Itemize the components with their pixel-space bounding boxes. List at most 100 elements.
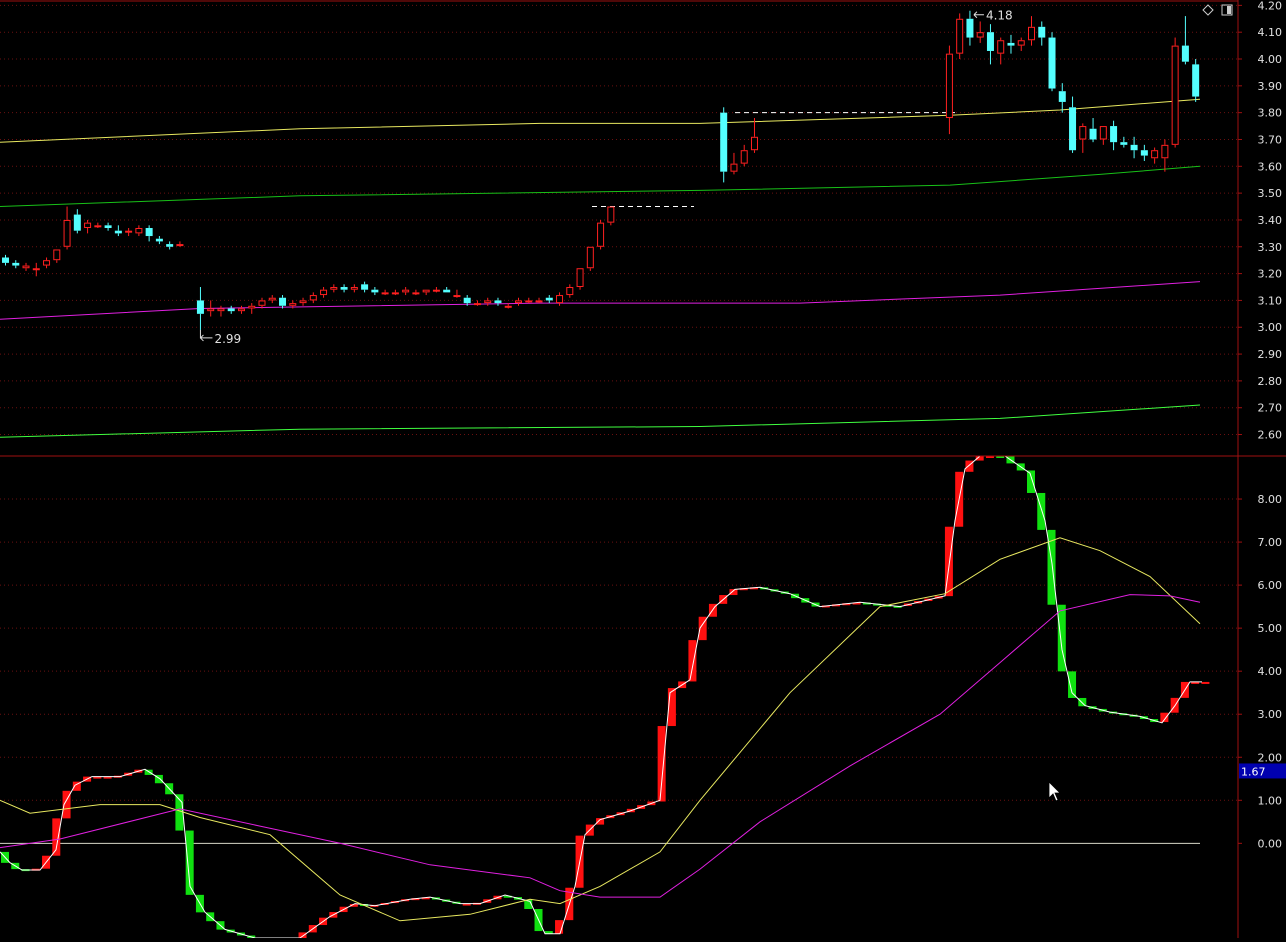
- price-tick-label: 2.90: [1258, 348, 1283, 361]
- candle: [1140, 144, 1148, 161]
- candle-body: [1048, 37, 1056, 89]
- candle-body: [217, 308, 225, 312]
- candle-body: [361, 284, 369, 290]
- candle-body: [73, 214, 81, 231]
- candle-body: [1079, 126, 1087, 140]
- candle-body: [945, 53, 953, 119]
- candle-body: [463, 297, 471, 304]
- candle-body: [1192, 64, 1200, 97]
- candle: [976, 21, 984, 43]
- candle: [484, 297, 492, 306]
- candle-body: [412, 292, 420, 295]
- indicator-bar: [1160, 712, 1169, 723]
- candle: [535, 297, 543, 304]
- candle-body: [258, 300, 266, 306]
- candle-body: [1181, 45, 1189, 62]
- candle-body: [145, 228, 153, 237]
- price-tick-label: 3.30: [1258, 241, 1283, 254]
- indicator-tick-label: 7.00: [1258, 536, 1283, 549]
- price-tick-label: 2.70: [1258, 402, 1283, 415]
- indicator-bar: [1201, 681, 1210, 684]
- candle-body: [576, 268, 584, 288]
- candle-body: [12, 262, 20, 266]
- candle: [258, 297, 266, 309]
- candle: [279, 295, 287, 309]
- candle-body: [1140, 150, 1148, 156]
- stock-chart[interactable]: 4.20 4.10 4.00 3.90 3.80 3.70 3.60 3.50 3.40 3.30…: [0, 0, 1286, 940]
- gridlines: [0, 4, 1238, 844]
- candle: [22, 262, 30, 271]
- candle: [432, 287, 440, 293]
- candle: [114, 225, 122, 237]
- indicator-ma-line-1: [0, 594, 1201, 898]
- candle: [104, 222, 112, 231]
- window-toggle-icon[interactable]: [1221, 4, 1233, 16]
- candle: [227, 305, 235, 314]
- diamond-icon[interactable]: [1202, 4, 1214, 16]
- candle-body: [976, 32, 984, 38]
- candle-body: [289, 303, 297, 306]
- candle-body: [320, 289, 328, 296]
- price-tick-label: 4.20: [1258, 0, 1283, 12]
- indicator-tick-label: 6.00: [1258, 579, 1283, 592]
- indicator-bar: [1068, 671, 1077, 698]
- candle: [196, 287, 204, 330]
- candle-body: [504, 305, 512, 308]
- price-tick-label: 3.80: [1258, 107, 1283, 120]
- candle: [556, 292, 564, 306]
- candle: [371, 287, 379, 296]
- indicator-tick-label: 5.00: [1258, 622, 1283, 635]
- current-value-label: 1.67: [1241, 765, 1266, 778]
- high-marker-arrow: [973, 11, 984, 19]
- price-tick-label: 4.00: [1258, 53, 1283, 66]
- candle-body: [196, 300, 204, 314]
- candle-body: [227, 308, 235, 312]
- low-label: 2.99: [214, 332, 241, 346]
- candle: [43, 257, 51, 269]
- candle-body: [2, 257, 9, 263]
- candle-body: [248, 305, 256, 309]
- candle: [945, 45, 953, 135]
- candle-body: [53, 249, 61, 261]
- candle-body: [607, 206, 615, 223]
- candle: [32, 262, 40, 277]
- indicator-bar: [729, 589, 738, 596]
- candle: [494, 297, 502, 306]
- price-tick-label: 3.50: [1258, 187, 1283, 200]
- candle: [515, 297, 522, 306]
- candle: [73, 209, 81, 234]
- candle: [63, 206, 71, 250]
- candle: [1017, 37, 1025, 51]
- candle-body: [535, 300, 543, 303]
- candle-body: [94, 225, 102, 228]
- candle: [720, 107, 728, 183]
- price-tick-label: 3.90: [1258, 80, 1283, 93]
- price-ma-line-1: [0, 165, 1201, 207]
- candle: [217, 305, 225, 317]
- candle-body: [484, 300, 492, 304]
- candle: [986, 24, 994, 65]
- candle-body: [125, 230, 133, 233]
- candle-body: [1099, 126, 1107, 140]
- candle-body: [730, 163, 738, 172]
- candle-body: [1028, 26, 1035, 41]
- candle: [525, 297, 533, 304]
- indicator-ma-line-0: [0, 537, 1201, 922]
- indicator-tick-label: 3.00: [1258, 708, 1283, 721]
- candle-body: [1038, 26, 1046, 38]
- candle: [1099, 126, 1107, 145]
- candle-body: [586, 246, 594, 269]
- candle: [1151, 147, 1159, 164]
- candle: [566, 284, 574, 298]
- candle: [166, 241, 174, 250]
- candle-body: [956, 18, 964, 54]
- candle: [586, 246, 594, 271]
- candle-body: [1069, 107, 1077, 151]
- candle-body: [997, 40, 1005, 54]
- candle: [330, 284, 338, 293]
- mouse-cursor-icon: [1048, 781, 1061, 802]
- candle-body: [279, 297, 287, 306]
- candle-body: [494, 300, 502, 304]
- candle: [740, 144, 748, 167]
- candle: [1038, 21, 1046, 46]
